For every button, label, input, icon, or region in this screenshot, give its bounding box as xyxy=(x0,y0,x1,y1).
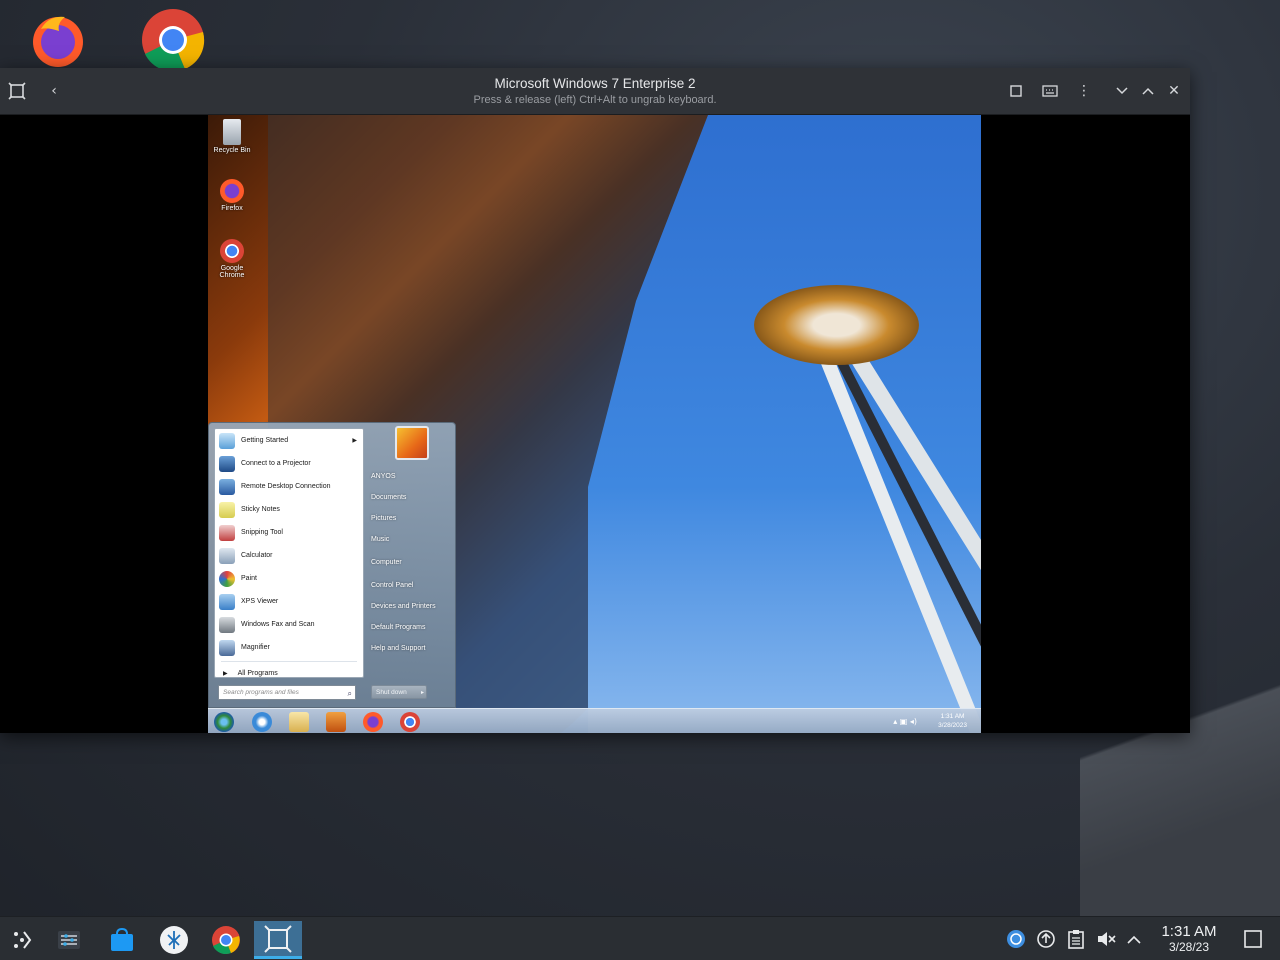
settings-icon[interactable] xyxy=(47,921,91,959)
volume-muted-icon[interactable] xyxy=(1096,929,1116,949)
start-item-label: Windows Fax and Scan xyxy=(241,621,315,628)
app-launcher-icon[interactable] xyxy=(0,921,44,959)
firefox-icon[interactable] xyxy=(363,712,383,732)
windows-start-button[interactable] xyxy=(214,712,234,732)
shutdown-label: Shut down xyxy=(376,688,407,696)
shutdown-options-arrow-icon[interactable]: ▸ xyxy=(421,689,424,696)
start-item-fax-scan[interactable]: Windows Fax and Scan xyxy=(215,613,363,636)
start-search-input[interactable]: Search programs and files ⌕ xyxy=(218,685,356,700)
start-link-devices-printers[interactable]: Devices and Printers xyxy=(371,603,455,610)
keyboard-icon[interactable] xyxy=(1039,80,1061,102)
desktop-icon-label: Recycle Bin xyxy=(213,147,251,154)
start-item-label: Snipping Tool xyxy=(241,529,283,536)
vm-icon[interactable] xyxy=(254,921,302,959)
remote-icon[interactable] xyxy=(152,921,196,959)
search-icon: ⌕ xyxy=(347,689,352,698)
start-link-computer[interactable]: Computer xyxy=(371,559,455,566)
file-explorer-icon[interactable] xyxy=(289,712,309,732)
user-picture[interactable] xyxy=(395,426,429,460)
fullscreen-icon[interactable] xyxy=(1005,80,1027,102)
magnifier-icon xyxy=(219,639,235,656)
firefox-icon[interactable]: Firefox xyxy=(210,179,254,212)
network-icon[interactable] xyxy=(1006,929,1026,949)
store-icon[interactable] xyxy=(100,921,144,959)
clipboard-icon[interactable] xyxy=(1066,929,1086,949)
start-item-label: XPS Viewer xyxy=(241,598,279,605)
start-link-music[interactable]: Music xyxy=(371,536,455,543)
divider xyxy=(221,661,357,662)
start-item-xps-viewer[interactable]: XPS Viewer xyxy=(215,590,363,613)
arrow-right-icon: ▶ xyxy=(223,670,228,677)
start-menu-programs: Getting Started ▶ Connect to a Projector… xyxy=(214,428,364,678)
vm-titlebar: ‹ Microsoft Windows 7 Enterprise 2 Press… xyxy=(0,68,1190,115)
chrome-icon[interactable] xyxy=(400,712,420,732)
host-taskbar: 1:31 AM 3/28/23 xyxy=(0,916,1280,960)
start-item-remote-desktop[interactable]: Remote Desktop Connection xyxy=(215,475,363,498)
projector-icon xyxy=(219,455,235,472)
start-link-pictures[interactable]: Pictures xyxy=(371,515,455,522)
internet-explorer-icon[interactable] xyxy=(252,712,272,732)
submenu-arrow-icon: ▶ xyxy=(352,438,357,444)
desktop-icon-label: Google Chrome xyxy=(219,265,245,279)
chrome-icon[interactable] xyxy=(204,921,248,959)
start-item-magnifier[interactable]: Magnifier xyxy=(215,636,363,659)
start-item-label: Connect to a Projector xyxy=(241,460,311,467)
start-item-calculator[interactable]: Calculator xyxy=(215,544,363,567)
calculator-icon xyxy=(219,547,235,564)
search-placeholder: Search programs and files xyxy=(223,689,299,696)
guest-clock-date: 3/28/2023 xyxy=(938,722,967,729)
firefox-icon[interactable] xyxy=(26,8,90,72)
getting-started-icon xyxy=(219,432,235,449)
guest-screen[interactable]: Recycle Bin Firefox Google Chrome Gettin… xyxy=(208,115,981,733)
start-link-documents[interactable]: Documents xyxy=(371,494,455,501)
start-item-snipping-tool[interactable]: Snipping Tool xyxy=(215,521,363,544)
minimize-icon[interactable] xyxy=(1111,80,1133,102)
desktop-icon-label: Firefox xyxy=(221,205,243,212)
remote-desktop-icon xyxy=(219,478,235,495)
start-item-projector[interactable]: Connect to a Projector xyxy=(215,452,363,475)
maximize-icon[interactable] xyxy=(1137,80,1159,102)
paint-palette-icon xyxy=(219,570,235,587)
start-link-control-panel[interactable]: Control Panel xyxy=(371,582,455,589)
xps-viewer-icon xyxy=(219,593,235,610)
start-item-paint[interactable]: Paint xyxy=(215,567,363,590)
sticky-notes-icon xyxy=(219,501,235,518)
start-item-label: Sticky Notes xyxy=(241,506,280,513)
start-item-label: Remote Desktop Connection xyxy=(241,483,331,490)
host-clock-date: 3/28/23 xyxy=(1168,940,1210,954)
chrome-icon[interactable]: Google Chrome xyxy=(210,239,254,279)
tray-icons[interactable]: ▴ ▣ ◂) xyxy=(893,717,917,726)
more-options-icon[interactable]: ⋮ xyxy=(1073,80,1095,102)
start-menu: Getting Started ▶ Connect to a Projector… xyxy=(208,422,456,708)
chrome-icon[interactable] xyxy=(141,8,205,72)
show-desktop-icon[interactable] xyxy=(1243,929,1263,949)
host-clock-time: 1:31 AM xyxy=(1161,923,1217,940)
vm-window: ‹ Microsoft Windows 7 Enterprise 2 Press… xyxy=(0,68,1190,733)
start-item-label: Magnifier xyxy=(241,644,270,651)
start-item-label: Paint xyxy=(241,575,257,582)
updates-icon[interactable] xyxy=(1036,929,1056,949)
fax-scan-icon xyxy=(219,616,235,633)
start-item-label: Getting Started xyxy=(241,437,289,444)
guest-clock-time: 1:31 AM xyxy=(940,713,965,720)
start-item-sticky-notes[interactable]: Sticky Notes xyxy=(215,498,363,521)
start-link-help-support[interactable]: Help and Support xyxy=(371,645,455,652)
all-programs-label: All Programs xyxy=(237,669,278,677)
guest-clock[interactable]: 1:31 AM 3/28/2023 xyxy=(938,712,967,730)
recycle-bin-icon[interactable]: Recycle Bin xyxy=(210,119,254,154)
host-clock[interactable]: 1:31 AM 3/28/23 xyxy=(1154,923,1224,955)
wallpaper-needle-top xyxy=(754,285,919,365)
start-link-default-programs[interactable]: Default Programs xyxy=(371,624,455,631)
media-player-icon[interactable] xyxy=(326,712,346,732)
start-item-label: Calculator xyxy=(241,552,273,559)
scissors-icon xyxy=(219,524,235,541)
start-link-user[interactable]: ANYOS xyxy=(371,473,455,480)
all-programs-button[interactable]: ▶ All Programs xyxy=(215,664,363,682)
close-icon[interactable]: ✕ xyxy=(1163,80,1185,102)
start-item-getting-started[interactable]: Getting Started ▶ xyxy=(215,429,363,452)
guest-taskbar: ▴ ▣ ◂) 1:31 AM 3/28/2023 xyxy=(208,708,981,733)
chevron-up-icon[interactable] xyxy=(1124,929,1144,949)
shutdown-button[interactable]: Shut down ▸ xyxy=(371,685,427,699)
